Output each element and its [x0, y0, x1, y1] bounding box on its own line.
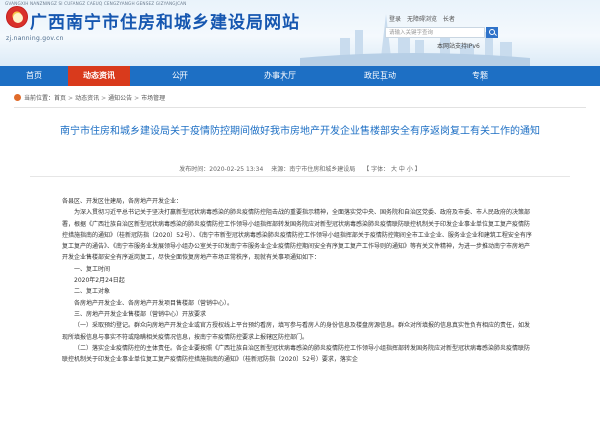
- nav-item-public[interactable]: 公开: [130, 66, 230, 86]
- main-nav: 首页 动态资讯 公开 办事大厅 政民互动 专题: [0, 66, 600, 86]
- publish-time: 发布时间：2020-02-25 13:34: [179, 166, 264, 173]
- top-links: 登录 无障碍浏览 长者: [385, 14, 455, 23]
- nav-item-interaction[interactable]: 政民互动: [330, 66, 430, 86]
- site-english-name: GVANGXIH NANZNINGZ SI CUFANGZ CAEUQ CENG…: [5, 1, 187, 6]
- breadcrumb-news[interactable]: 动态资讯: [75, 95, 99, 102]
- paragraph: （二）落实企业疫情防控的主体责任。各企业要按照《广西壮族自治区新型冠状病毒感染的…: [62, 344, 531, 364]
- salutation: 各县区、开发区住建局，各房地产开发企业：: [62, 198, 183, 205]
- section-heading: 一、复工时间: [74, 265, 111, 273]
- site-url: zj.nanning.gov.cn: [6, 35, 64, 42]
- section-heading: 三、房地产开发企业售楼部（营销中心）开放要求: [74, 310, 207, 318]
- search-input[interactable]: 请输入关键字查询: [385, 27, 485, 38]
- top-link-elder-mode[interactable]: 长者: [443, 16, 455, 23]
- breadcrumb-home[interactable]: 首页: [54, 95, 66, 102]
- nav-item-topics[interactable]: 专题: [430, 66, 530, 86]
- nav-item-news[interactable]: 动态资讯: [68, 66, 130, 86]
- breadcrumb: 当前位置：首页 > 动态资讯 > 通知公告 > 市场管理: [14, 93, 165, 103]
- page-title: 南宁市住房和城乡建设局关于疫情防控期间做好我市房地产开发企业售楼部安全有序返岗复…: [60, 126, 540, 137]
- paragraph: 各房地产开发企业、各房地产开发项目售楼部（营销中心）。: [74, 299, 234, 307]
- paragraph: 2020年2月24日起: [74, 277, 125, 285]
- section-heading: 二、复工对象: [74, 288, 111, 296]
- article-meta: 发布时间：2020-02-25 13:34 来源：南宁市住房和城乡建设局 【 字…: [0, 164, 600, 173]
- paragraph-intro: 为深入贯彻习近平总书记关于坚决打赢新型冠状病毒感染的肺炎疫情防控阻击战的重要指示…: [62, 209, 532, 262]
- site-title[interactable]: 广西南宁市住房和城乡建设局网站: [30, 8, 300, 33]
- site-logo-icon[interactable]: [6, 6, 28, 28]
- article-source: 来源：南宁市住房和城乡建设局: [271, 166, 356, 173]
- top-link-login[interactable]: 登录: [389, 16, 401, 23]
- ipv6-notice: 本网站支持IPv6: [437, 43, 480, 50]
- font-size-switch[interactable]: 【 字体： 大 中 小 】: [363, 166, 421, 173]
- top-link-accessibility[interactable]: 无障碍浏览: [407, 16, 437, 23]
- site-header: GVANGXIH NANZNINGZ SI CUFANGZ CAEUQ CENG…: [0, 0, 600, 66]
- search-icon[interactable]: [486, 27, 498, 38]
- breadcrumb-divider: [14, 107, 586, 108]
- location-icon: [14, 94, 21, 101]
- nav-item-service-hall[interactable]: 办事大厅: [230, 66, 330, 86]
- article-body: 各县区、开发区住建局，各房地产开发企业： 为深入贯彻习近平总书记关于坚决打赢新型…: [62, 196, 532, 365]
- breadcrumb-notices[interactable]: 通知公告: [108, 95, 132, 102]
- nav-item-home[interactable]: 首页: [0, 66, 68, 86]
- meta-divider: [30, 176, 570, 177]
- breadcrumb-market[interactable]: 市场管理: [141, 95, 165, 102]
- paragraph: （一）采取预约登记。群众向房地产开发企业或官方授权线上平台预约看房，填写参与看房…: [62, 322, 531, 341]
- breadcrumb-label: 当前位置：: [24, 95, 55, 102]
